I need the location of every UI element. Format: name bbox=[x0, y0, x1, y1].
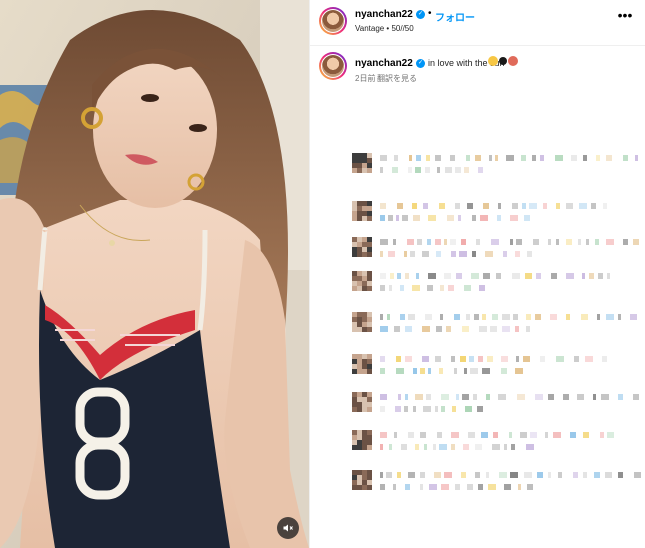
comment-item bbox=[310, 470, 645, 510]
caption-emojis bbox=[488, 56, 518, 66]
blurred-comment-text bbox=[380, 314, 640, 320]
blurred-comment-text bbox=[380, 239, 640, 245]
comment-item bbox=[310, 430, 645, 470]
caption-author-username[interactable]: nyanchan22 bbox=[355, 58, 413, 69]
caption-verified-badge-icon: ✓ bbox=[416, 59, 425, 68]
post-side-panel: nyanchan22 ✓ • フォロー Vantage • 50//50 •••… bbox=[309, 0, 645, 548]
post-header: nyanchan22 ✓ • フォロー Vantage • 50//50 ••• bbox=[310, 0, 645, 46]
instagram-post-view: nyanchan22 ✓ • フォロー Vantage • 50//50 •••… bbox=[0, 0, 645, 548]
comment-item bbox=[310, 392, 645, 432]
blurred-comment-text bbox=[380, 285, 490, 291]
blurred-comment-text bbox=[380, 472, 641, 478]
commenter-avatar[interactable] bbox=[352, 201, 372, 221]
speaker-muted-icon bbox=[283, 524, 293, 532]
post-time-ago: 2日前 bbox=[355, 74, 376, 83]
blurred-comment-text bbox=[380, 251, 532, 257]
commenter-avatar[interactable] bbox=[352, 354, 372, 374]
comment-item bbox=[310, 354, 645, 394]
author-avatar[interactable] bbox=[319, 7, 347, 35]
verified-badge-icon: ✓ bbox=[416, 10, 425, 19]
commenter-avatar[interactable] bbox=[352, 392, 372, 412]
see-translation-link[interactable]: 翻訳を見る bbox=[377, 73, 417, 84]
blurred-comment-text bbox=[380, 273, 610, 279]
commenter-avatar[interactable] bbox=[352, 271, 372, 291]
post-photo bbox=[0, 0, 309, 548]
smiling-face-emoji-icon bbox=[488, 56, 498, 66]
audio-track-link[interactable]: Vantage • 50//50 bbox=[355, 24, 414, 33]
separator: • bbox=[428, 8, 432, 19]
blurred-comment-text bbox=[380, 356, 610, 362]
caption-author-avatar[interactable] bbox=[319, 52, 347, 80]
blurred-comment-text bbox=[380, 155, 640, 161]
blurred-comment-text bbox=[380, 444, 534, 450]
commenter-avatar[interactable] bbox=[352, 312, 372, 332]
sun-hat-emoji-icon bbox=[508, 56, 518, 66]
blurred-comment-text bbox=[380, 406, 490, 412]
follow-button[interactable]: フォロー bbox=[435, 9, 475, 24]
blurred-comment-text bbox=[380, 203, 610, 209]
post-media[interactable] bbox=[0, 0, 309, 548]
comment-item bbox=[310, 271, 645, 311]
blurred-comment-text bbox=[380, 326, 530, 332]
comment-item bbox=[310, 153, 645, 193]
commenter-avatar[interactable] bbox=[352, 470, 372, 490]
black-heart-emoji-icon bbox=[499, 57, 507, 65]
blurred-comment-text bbox=[380, 432, 614, 438]
comment-item bbox=[310, 312, 645, 352]
commenter-avatar[interactable] bbox=[352, 153, 372, 173]
commenter-avatar[interactable] bbox=[352, 237, 372, 257]
commenter-avatar[interactable] bbox=[352, 430, 372, 450]
blurred-comment-text bbox=[380, 368, 530, 374]
more-options-icon[interactable]: ••• bbox=[616, 8, 634, 25]
mute-toggle-button[interactable] bbox=[277, 517, 299, 539]
author-username[interactable]: nyanchan22 bbox=[355, 9, 413, 20]
comment-item bbox=[310, 201, 645, 241]
blurred-comment-text bbox=[380, 394, 640, 400]
blurred-comment-text bbox=[380, 215, 530, 221]
blurred-comment-text bbox=[380, 167, 490, 173]
blurred-comment-text bbox=[380, 484, 533, 490]
